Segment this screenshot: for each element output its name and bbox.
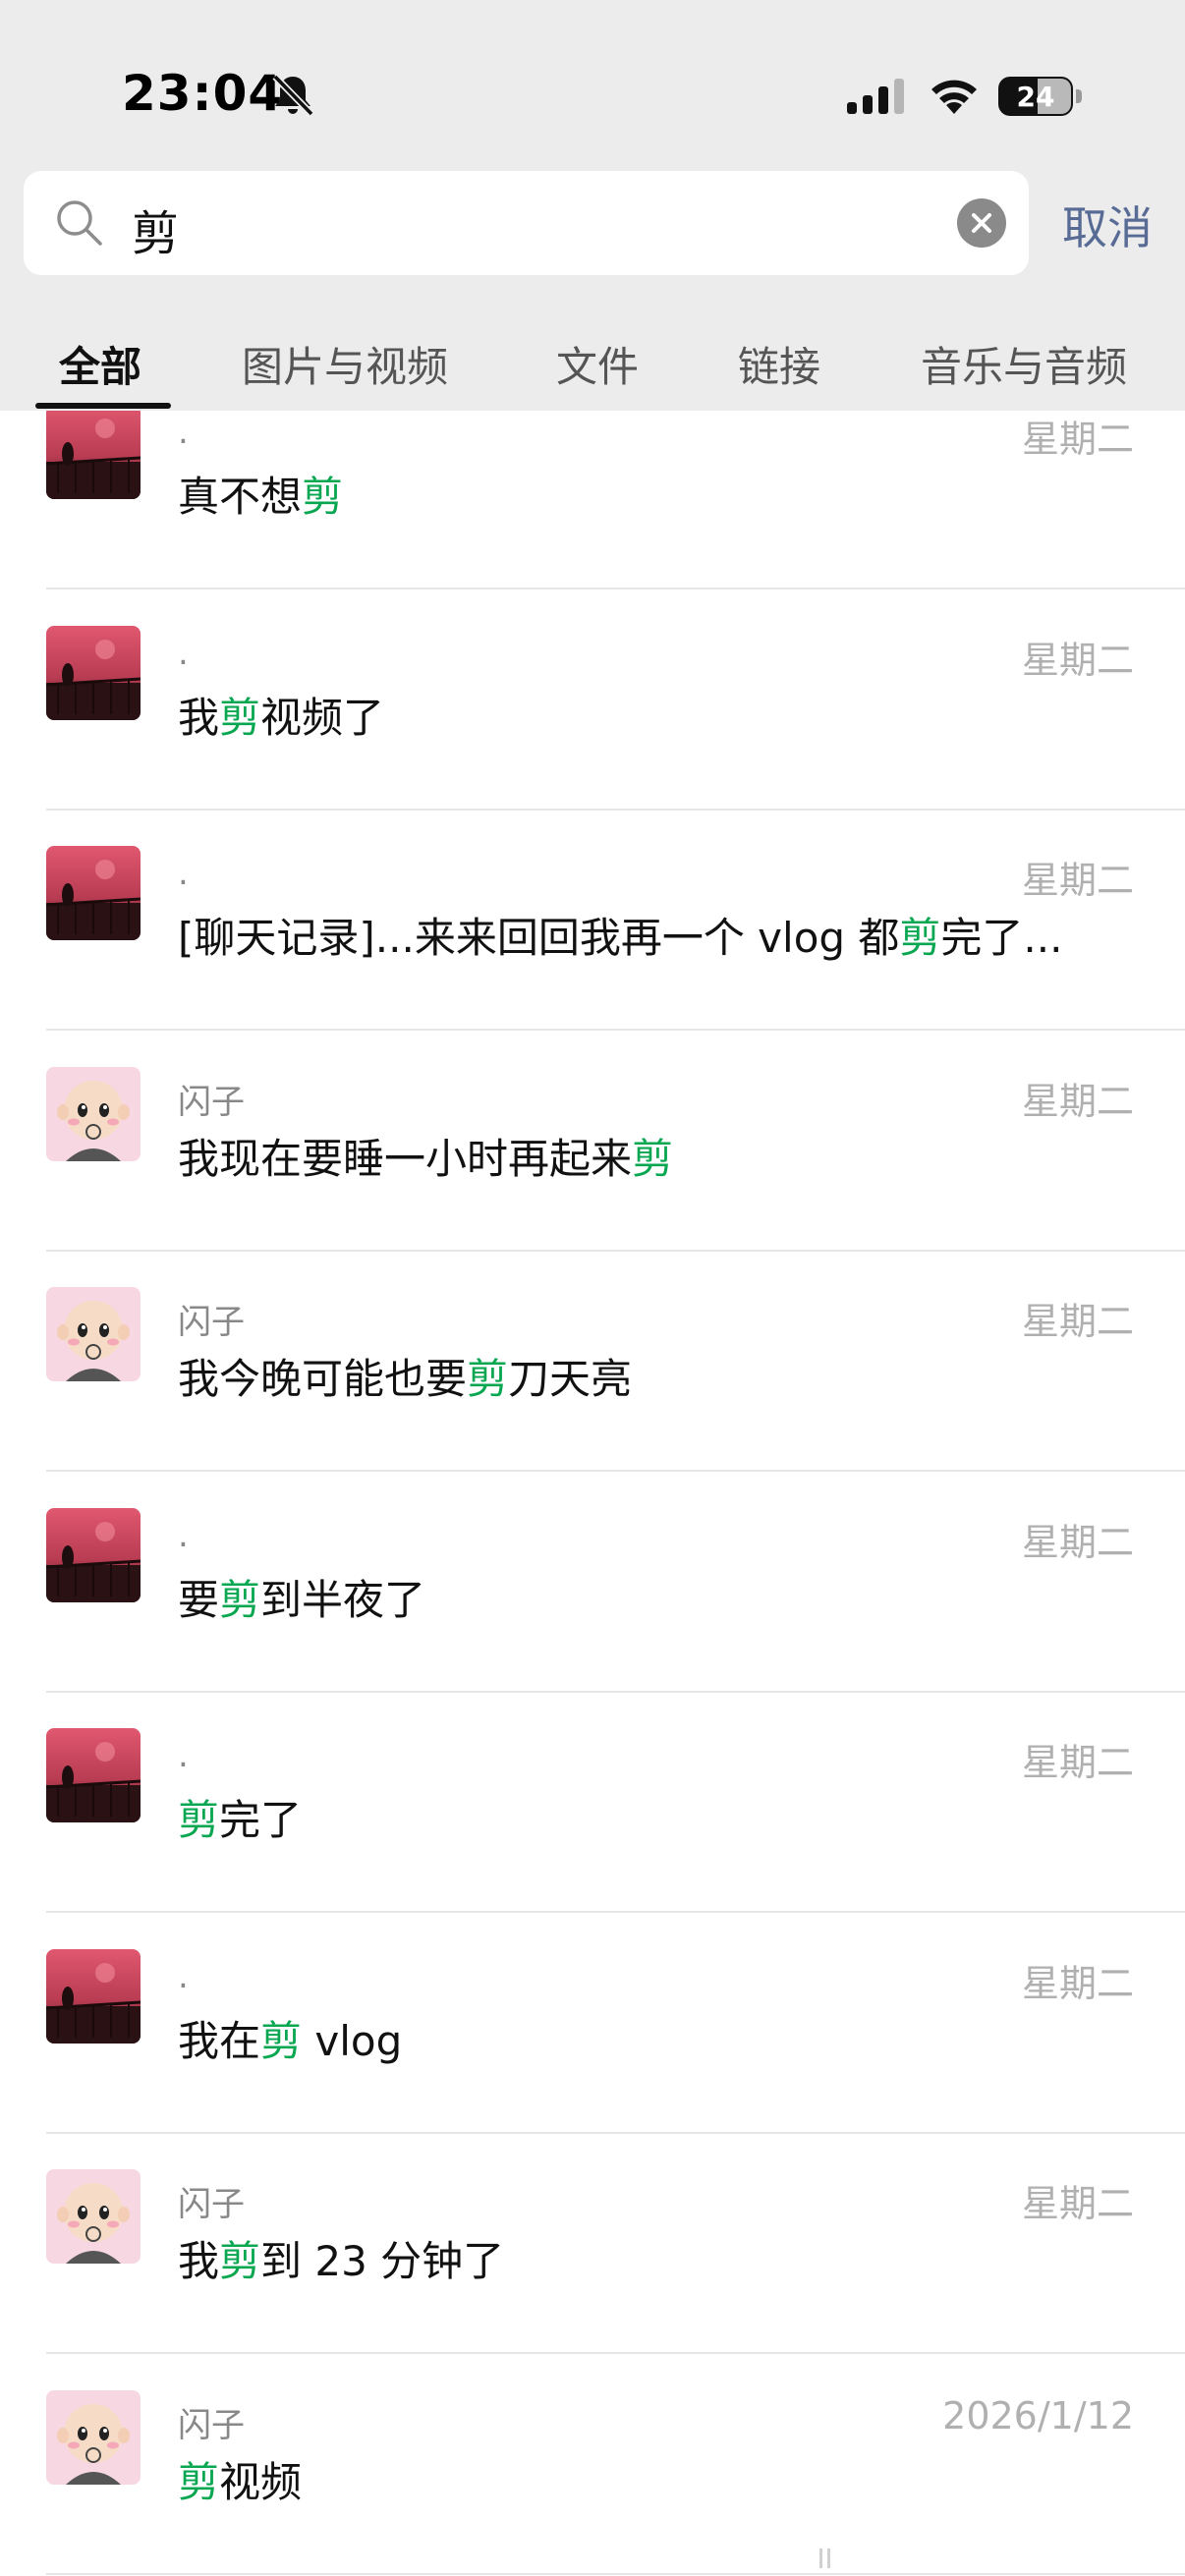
message-date: 2026/1/12 xyxy=(942,2393,1134,2437)
active-tab-indicator xyxy=(35,403,171,409)
wifi-icon xyxy=(931,80,977,114)
keyword-highlight: 剪 xyxy=(467,1355,509,1403)
search-icon xyxy=(57,200,102,246)
snippet-text: 完了 xyxy=(219,1796,303,1844)
snippet-text: 到半夜了 xyxy=(260,1575,426,1624)
keyword-highlight: 剪 xyxy=(219,2237,261,2285)
snippet-text: 完了... xyxy=(940,914,1063,962)
message-snippet: 剪视频 xyxy=(178,2449,302,2509)
filter-tabs: 全部 图片与视频 文件 链接 音乐与音频 xyxy=(0,324,1185,411)
sender-name: 闪子 xyxy=(178,2185,245,2224)
snippet-text: 我今晚可能也要 xyxy=(178,1355,468,1403)
keyword-highlight: 剪 xyxy=(302,473,344,521)
avatar xyxy=(46,411,141,499)
message-snippet: 剪完了 xyxy=(178,1787,302,1847)
message-date: 星期二 xyxy=(1021,1300,1134,1343)
clear-icon[interactable] xyxy=(957,198,1006,248)
sender-name: . xyxy=(178,854,189,893)
message-snippet: 我剪视频了 xyxy=(178,685,384,745)
message-snippet: 我现在要睡一小时再起来剪 xyxy=(178,1126,673,1186)
result-item[interactable]: 闪子 星期二我今晚可能也要剪刀天亮 xyxy=(0,1252,1185,1472)
message-snippet: 我剪到 23 分钟了 xyxy=(178,2228,504,2288)
status-bar: 23:04 24 xyxy=(0,0,1185,157)
snippet-text: vlog xyxy=(302,2016,403,2065)
snippet-text: 真不想 xyxy=(178,473,303,521)
message-snippet: 我在剪 vlog xyxy=(178,2008,402,2068)
cellular-signal-icon xyxy=(847,79,904,114)
tab-links[interactable]: 链接 xyxy=(738,334,820,394)
avatar xyxy=(46,1287,141,1381)
avatar xyxy=(46,2169,141,2264)
message-date: 星期二 xyxy=(1021,1079,1134,1123)
keyword-highlight: 剪 xyxy=(178,2457,220,2506)
keyword-highlight: 剪 xyxy=(632,1134,674,1183)
result-item[interactable]: . 星期二真不想剪 xyxy=(0,411,1185,589)
result-item[interactable]: 闪子 星期二我现在要睡一小时再起来剪 xyxy=(0,1032,1185,1252)
sender-name: 闪子 xyxy=(178,1303,245,1342)
snippet-text: 视频了 xyxy=(260,693,385,742)
result-item[interactable]: . 星期二 [聊天记录]...来来回回我再一个 vlog 都剪完了... xyxy=(0,811,1185,1031)
result-item[interactable]: . 星期二我在剪 vlog xyxy=(0,1914,1185,2134)
message-snippet: 我今晚可能也要剪刀天亮 xyxy=(178,1346,632,1406)
search-input[interactable]: 剪 xyxy=(24,171,1029,275)
result-item[interactable]: . 星期二剪完了 xyxy=(0,1693,1185,1913)
keyword-highlight: 剪 xyxy=(219,1575,261,1624)
tab-music-audio[interactable]: 音乐与音频 xyxy=(921,334,1127,394)
battery-icon: 24 xyxy=(998,77,1082,116)
sender-name: . xyxy=(178,1736,189,1775)
avatar xyxy=(46,846,141,940)
tab-files[interactable]: 文件 xyxy=(556,334,639,394)
snippet-text: 到 23 分钟了 xyxy=(260,2237,505,2285)
avatar xyxy=(46,625,141,720)
snippet-text: 要 xyxy=(178,1575,220,1624)
result-item[interactable]: 闪子 星期二我剪到 23 分钟了 xyxy=(0,2134,1185,2354)
search-results-list: . 星期二 真不想剪. 星期二 我剪视频了. 星期二 [聊天记录]...来来回回我再一个 v… xyxy=(0,411,1185,2576)
snippet-text: [聊天记录]...来来回回我再一个 vlog 都 xyxy=(178,914,900,962)
bell-slash-icon xyxy=(272,74,314,117)
message-date: 星期二 xyxy=(1021,638,1134,682)
result-item[interactable]: . 星期二我剪视频了 xyxy=(0,590,1185,811)
snippet-text: 我在 xyxy=(178,2016,261,2065)
tab-images-videos[interactable]: 图片与视频 xyxy=(242,334,448,394)
cancel-button[interactable]: 取消 xyxy=(1062,193,1153,257)
row-divider xyxy=(46,2572,1185,2575)
home-indicator xyxy=(819,2548,830,2568)
message-date: 星期二 xyxy=(1021,1741,1134,1784)
message-date: 星期二 xyxy=(1021,2182,1134,2225)
search-query[interactable]: 剪 xyxy=(132,195,179,263)
battery-level: 24 xyxy=(1016,81,1055,113)
keyword-highlight: 剪 xyxy=(899,914,941,962)
keyword-highlight: 剪 xyxy=(219,693,261,742)
tab-all[interactable]: 全部 xyxy=(59,334,141,394)
snippet-text: 我现在要睡一小时再起来 xyxy=(178,1134,633,1183)
sender-name: . xyxy=(178,633,189,673)
message-date: 星期二 xyxy=(1021,859,1134,902)
avatar xyxy=(46,2389,141,2485)
message-date: 星期二 xyxy=(1021,418,1134,461)
snippet-text: 我 xyxy=(178,2237,220,2285)
keyword-highlight: 剪 xyxy=(178,1796,220,1844)
avatar xyxy=(46,1948,141,2044)
message-snippet: 真不想剪 xyxy=(178,464,343,524)
message-snippet: [聊天记录]...来来回回我再一个 vlog 都剪完了... xyxy=(178,905,1062,965)
sender-name: . xyxy=(178,1956,189,1996)
avatar xyxy=(46,1728,141,1822)
sender-name: . xyxy=(178,1515,189,1555)
message-date: 星期二 xyxy=(1021,1520,1134,1564)
sender-name: 闪子 xyxy=(178,2405,245,2445)
keyword-highlight: 剪 xyxy=(260,2016,303,2065)
message-date: 星期二 xyxy=(1021,1961,1134,2005)
snippet-text: 视频 xyxy=(219,2457,303,2506)
result-item[interactable]: . 星期二要剪到半夜了 xyxy=(0,1473,1185,1693)
result-item[interactable]: 闪子 2026/1/12 剪视频 xyxy=(0,2355,1185,2575)
snippet-text: 我 xyxy=(178,693,220,742)
search-header: 23:04 24 剪 取消 全部 图片与视频 文件 链接 音乐与音频 xyxy=(0,0,1185,411)
message-snippet: 要剪到半夜了 xyxy=(178,1567,425,1627)
sender-name: . xyxy=(178,413,189,452)
snippet-text: 刀天亮 xyxy=(508,1355,633,1403)
avatar xyxy=(46,1507,141,1602)
status-time: 23:04 xyxy=(122,65,284,122)
sender-name: 闪子 xyxy=(178,1082,245,1122)
avatar xyxy=(46,1066,141,1161)
